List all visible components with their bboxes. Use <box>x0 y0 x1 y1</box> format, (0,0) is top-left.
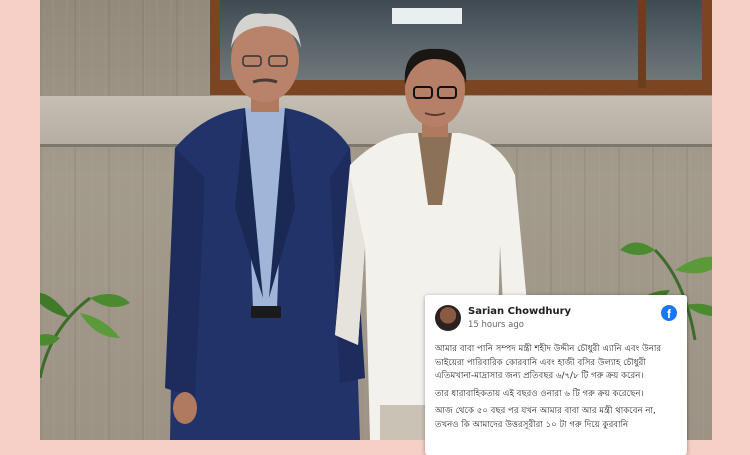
post-body: আমার বাবা পানি সম্পদ মন্ত্রী শহীদ উদ্দীন… <box>435 343 677 432</box>
plant-left <box>40 292 130 378</box>
post-header: Sarian Chowdhury 15 hours ago f <box>435 303 677 337</box>
facebook-post-card: Sarian Chowdhury 15 hours ago f আমার বাব… <box>425 295 687 455</box>
post-paragraph: তার ধারাবাহিকতায় এই বছরও ওনারা ৬ টি গরু… <box>435 388 644 399</box>
avatar <box>435 305 461 331</box>
post-paragraph: আজ থেকে ৫০ বছর পর যখন আমার বাবা আর মন্ত্… <box>435 406 656 430</box>
author-name: Sarian Chowdhury <box>468 306 572 317</box>
facebook-icon: f <box>661 305 677 321</box>
window-mullion <box>638 0 646 88</box>
ceiling-light <box>392 8 462 24</box>
post-paragraph: আমার বাবা পানি সম্পদ মন্ত্রী শহীদ উদ্দীন… <box>435 344 662 381</box>
post-time: 15 hours ago <box>468 320 524 330</box>
